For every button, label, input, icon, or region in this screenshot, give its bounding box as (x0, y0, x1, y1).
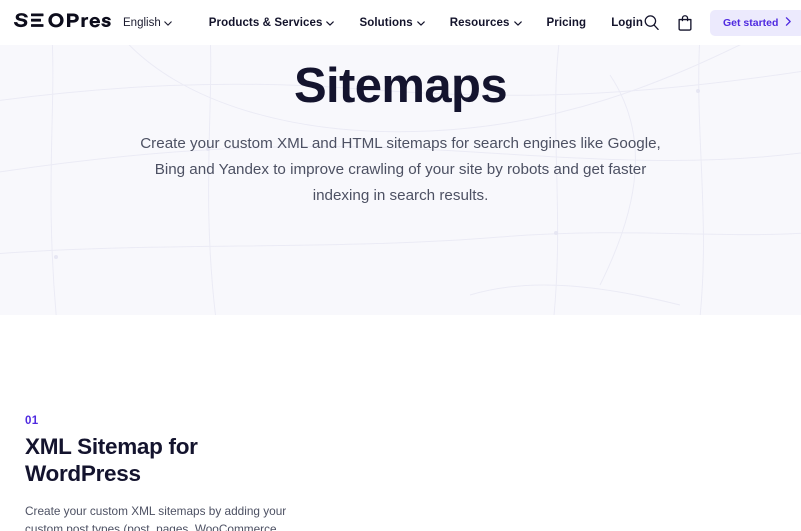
nav-label: Login (611, 16, 643, 29)
chevron-right-icon (785, 16, 792, 29)
feature-body: Create your custom XML sitemaps by addin… (25, 503, 287, 531)
brand-area: English (11, 10, 172, 36)
nav-item-solutions[interactable]: Solutions (359, 16, 425, 29)
nav-label: Solutions (359, 16, 413, 29)
language-label: English (123, 16, 161, 29)
nav-item-pricing[interactable]: Pricing (547, 17, 587, 29)
page-title: Sitemaps (293, 59, 508, 113)
hero-subtitle: Create your custom XML and HTML sitemaps… (140, 134, 661, 204)
nav-item-resources[interactable]: Resources (450, 17, 522, 29)
site-navbar: English Products & Services Solutions Re… (0, 0, 801, 45)
nav-item-login[interactable]: Login (611, 17, 643, 29)
navbar-actions: Get started (643, 9, 801, 36)
seopress-logo[interactable] (11, 10, 114, 36)
chevron-down-icon (513, 17, 522, 29)
hero-section: Sitemaps Create your custom XML and HTML… (0, 45, 801, 315)
search-icon[interactable] (643, 14, 660, 31)
hero-content: Sitemaps Create your custom XML and HTML… (0, 45, 801, 315)
cta-label: Get started (722, 16, 779, 29)
feature-section: 01 XML Sitemap for WordPress Create your… (0, 315, 801, 531)
nav-item-products-services[interactable]: Products & Services (209, 17, 335, 29)
primary-nav: Products & Services Solutions Resources … (209, 17, 643, 29)
language-selector[interactable]: English (123, 17, 172, 29)
get-started-button[interactable]: Get started (709, 9, 801, 36)
shopping-bag-icon[interactable] (677, 14, 693, 31)
nav-label: Products & Services (208, 16, 323, 29)
feature-text-block: 01 XML Sitemap for WordPress Create your… (25, 415, 345, 531)
nav-label: Resources (449, 16, 510, 29)
chevron-down-icon (326, 17, 335, 29)
feature-number: 01 (25, 415, 39, 427)
chevron-down-icon (416, 17, 425, 29)
chevron-down-icon (163, 17, 172, 29)
feature-title: XML Sitemap for WordPress (25, 434, 198, 487)
page-root: English Products & Services Solutions Re… (0, 0, 801, 531)
nav-label: Pricing (546, 16, 587, 29)
